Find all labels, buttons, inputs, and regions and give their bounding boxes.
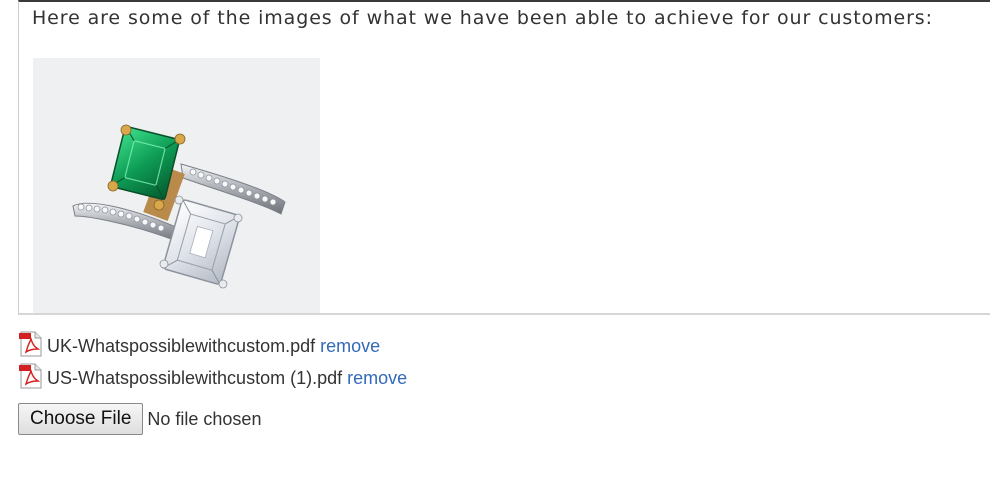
attachment-list: UK-Whatspossiblewithcustom.pdf remove US… — [18, 331, 407, 395]
attachment-filename: US-Whatspossiblewithcustom (1).pdf — [47, 368, 343, 388]
choose-file-button[interactable]: Choose File — [18, 403, 144, 435]
attachment-item: UK-Whatspossiblewithcustom.pdf remove — [18, 331, 407, 363]
ring-illustration — [72, 124, 286, 289]
pdf-icon — [19, 331, 42, 357]
remove-attachment-link[interactable]: remove — [320, 336, 380, 357]
ring-image[interactable] — [33, 58, 320, 313]
file-status-text: No file chosen — [147, 408, 262, 429]
editor-paragraph: Here are some of the images of what we h… — [32, 7, 933, 29]
pdf-icon — [19, 363, 42, 389]
attachment-item: US-Whatspossiblewithcustom (1).pdf remov… — [18, 363, 407, 395]
rich-text-editor[interactable]: Here are some of the images of what we h… — [18, 0, 990, 315]
remove-attachment-link[interactable]: remove — [347, 368, 407, 389]
attachment-filename: UK-Whatspossiblewithcustom.pdf — [47, 336, 316, 356]
file-upload-control: Choose File No file chosen — [18, 403, 261, 435]
